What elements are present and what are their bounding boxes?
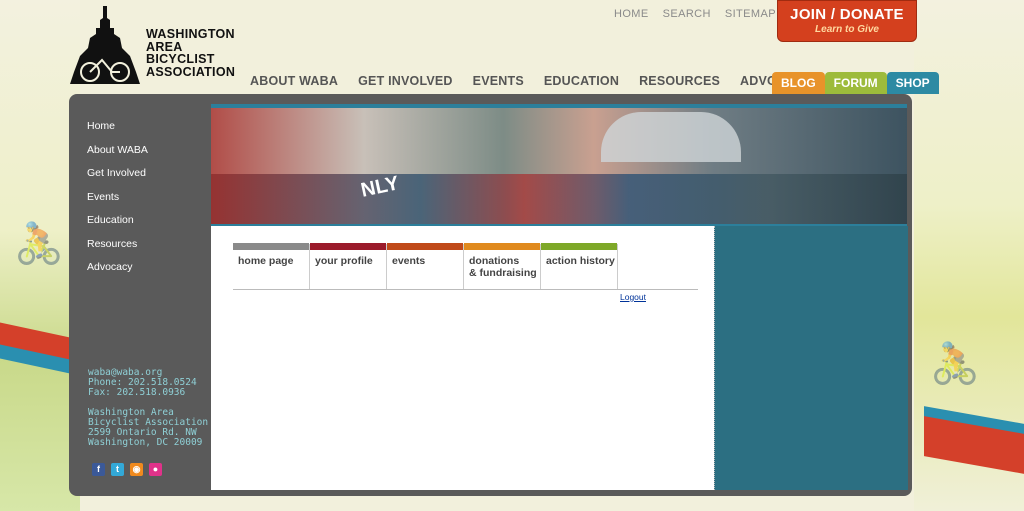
sidebar-item-resources[interactable]: Resources — [87, 238, 148, 262]
donate-label: JOIN / DONATE — [790, 6, 904, 23]
tab-events[interactable]: events — [387, 243, 463, 289]
tab-donations-fundraising[interactable]: donations & fundraising — [464, 243, 540, 289]
nav-education[interactable]: EDUCATION — [544, 74, 619, 88]
sidebar-item-home[interactable]: Home — [87, 120, 148, 144]
account-tabs: home page your profile events donations … — [233, 243, 618, 289]
main-nav: ABOUT WABA GET INVOLVED EVENTS EDUCATION… — [250, 74, 833, 88]
logout-link[interactable]: Logout — [620, 292, 646, 302]
sidebar-nav: Home About WABA Get Involved Events Educ… — [87, 120, 148, 285]
quick-links: BLOG FORUM SHOP — [772, 72, 939, 94]
waba-logo[interactable]: WASHINGTON AREA BICYCLIST ASSOCIATION — [70, 6, 235, 90]
sidebar-item-get-involved[interactable]: Get Involved — [87, 167, 148, 191]
flickr-icon[interactable]: ● — [149, 463, 162, 476]
contact-info: waba@waba.org Phone: 202.518.0524 Fax: 2… — [88, 368, 208, 448]
sidebar: Home About WABA Get Involved Events Educ… — [69, 94, 211, 490]
capitol-building — [601, 112, 741, 162]
logo-org-name: WASHINGTON AREA BICYCLIST ASSOCIATION — [146, 27, 236, 79]
cyclist-illustration-icon: 🚴 — [930, 342, 980, 386]
nav-about-waba[interactable]: ABOUT WABA — [250, 74, 338, 88]
social-links: f t ◉ ● — [92, 463, 162, 476]
tab-home-page[interactable]: home page — [233, 243, 309, 289]
capitol-bicycle-logo-icon — [70, 6, 140, 84]
right-column — [714, 226, 908, 490]
address-line: Washington, DC 20009 — [88, 437, 203, 448]
tab-your-profile[interactable]: your profile — [310, 243, 386, 289]
facebook-icon[interactable]: f — [92, 463, 105, 476]
twitter-icon[interactable]: t — [111, 463, 124, 476]
join-donate-button[interactable]: JOIN / DONATE Learn to Give — [777, 0, 917, 42]
tab-divider — [233, 289, 698, 290]
utility-nav: HOME SEARCH SITEMAP — [614, 8, 776, 20]
forum-button[interactable]: FORUM — [824, 72, 887, 94]
cyclist-crowd — [211, 174, 907, 230]
sidebar-item-education[interactable]: Education — [87, 214, 148, 238]
cyclist-illustration-icon: 🚴 — [14, 222, 64, 266]
sidebar-item-events[interactable]: Events — [87, 191, 148, 215]
top-link-search[interactable]: SEARCH — [663, 8, 711, 20]
tab-action-history[interactable]: action history — [541, 243, 617, 289]
rss-icon[interactable]: ◉ — [130, 463, 143, 476]
top-link-sitemap[interactable]: SITEMAP — [725, 8, 776, 20]
nav-events[interactable]: EVENTS — [473, 74, 524, 88]
blog-button[interactable]: BLOG — [772, 72, 825, 94]
hero-banner-image: NLY — [211, 104, 907, 230]
content-panel: home page your profile events donations … — [211, 226, 714, 490]
donate-tagline: Learn to Give — [815, 24, 879, 35]
sidebar-item-advocacy[interactable]: Advocacy — [87, 261, 148, 285]
top-link-home[interactable]: HOME — [614, 8, 649, 20]
shop-button[interactable]: SHOP — [886, 72, 939, 94]
nav-resources[interactable]: RESOURCES — [639, 74, 720, 88]
nav-get-involved[interactable]: GET INVOLVED — [358, 74, 453, 88]
contact-fax: Fax: 202.518.0936 — [88, 387, 186, 398]
sidebar-item-about-waba[interactable]: About WABA — [87, 144, 148, 168]
